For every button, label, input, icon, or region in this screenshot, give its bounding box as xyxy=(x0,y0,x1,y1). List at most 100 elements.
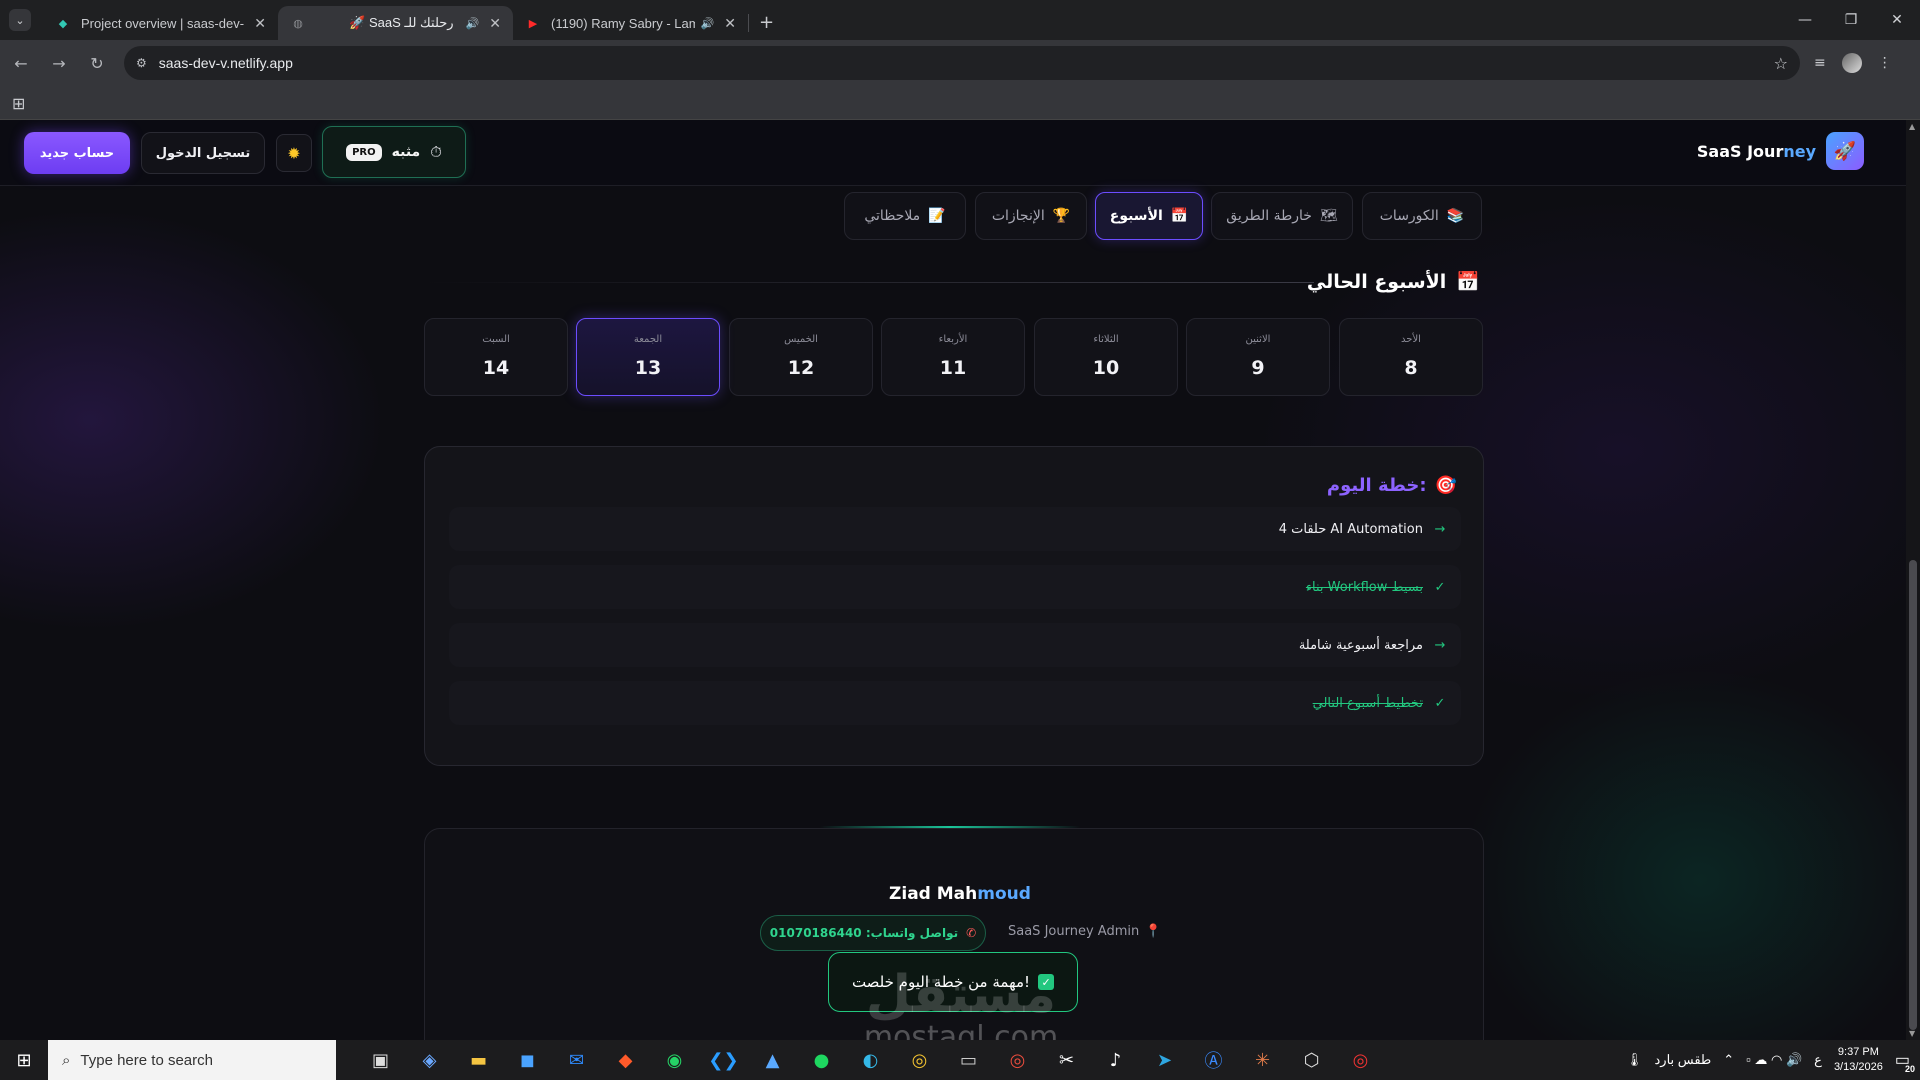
brave-icon[interactable]: ◆ xyxy=(601,1040,650,1080)
day-card-friday[interactable]: الجمعة 13 xyxy=(576,318,720,396)
calendar-icon: 📅 xyxy=(1456,271,1480,293)
speaker-icon[interactable]: 🔊 xyxy=(466,17,480,30)
target-icon: 🎯 xyxy=(1434,475,1457,496)
outlook-icon[interactable]: ✉ xyxy=(552,1040,601,1080)
forward-icon[interactable]: → xyxy=(42,46,76,80)
day-number: 8 xyxy=(1404,357,1418,379)
tab-search-icon[interactable]: ⌄ xyxy=(9,9,31,31)
scroll-down-icon[interactable]: ▼ xyxy=(1909,1029,1915,1038)
success-toast: مهمة من خطة اليوم خلصت! ✓ xyxy=(828,952,1078,1012)
bookmark-star-icon[interactable]: ☆ xyxy=(1774,54,1788,73)
plan-task[interactable]: بناء Workflow بسيط ✓ xyxy=(449,565,1461,609)
signup-button[interactable]: حساب جديد xyxy=(24,132,130,174)
copilot-icon[interactable]: ◈ xyxy=(405,1040,454,1080)
day-name: الجمعة xyxy=(633,334,663,345)
edge-icon[interactable]: ◐ xyxy=(846,1040,895,1080)
capcut-icon[interactable]: ✂ xyxy=(1042,1040,1091,1080)
site-info-icon[interactable]: ⚙ xyxy=(136,56,147,70)
file-explorer-icon[interactable]: ▬ xyxy=(454,1040,503,1080)
reload-icon[interactable]: ↻ xyxy=(80,46,114,80)
windows-start-icon[interactable]: ⊞ xyxy=(0,1040,48,1080)
app-a-icon[interactable]: ▲ xyxy=(748,1040,797,1080)
chrome-red-icon[interactable]: ◎ xyxy=(1336,1040,1385,1080)
day-card-wednesday[interactable]: الأربعاء 11 xyxy=(881,318,1025,396)
tab-courses[interactable]: الكورسات 📚 xyxy=(1362,192,1482,240)
menu-icon[interactable]: ⋮ xyxy=(1878,55,1892,71)
scroll-thumb[interactable] xyxy=(1909,560,1917,1030)
claude-icon[interactable]: ✳ xyxy=(1238,1040,1287,1080)
clock-date: 3/13/2026 xyxy=(1833,1061,1883,1073)
tab-week[interactable]: الأسبوع 📅 xyxy=(1095,192,1203,240)
chrome-icon[interactable]: ◎ xyxy=(895,1040,944,1080)
day-card-thursday[interactable]: الخميس 12 xyxy=(729,318,873,396)
browser-tab-netlify[interactable]: ◆ Project overview | saas-dev-v | N ✕ xyxy=(43,6,278,40)
apps-grid-icon[interactable]: ⊞ xyxy=(12,94,25,113)
author-name-part1: Ziad Mah xyxy=(889,884,978,904)
address-bar[interactable]: ⚙ saas-dev-v.netlify.app ☆ xyxy=(124,46,1800,80)
taskbar-clock[interactable]: 9:37 PM 3/13/2026 xyxy=(1834,1045,1883,1075)
plan-task[interactable]: مراجعة أسبوعية شاملة → xyxy=(449,623,1461,667)
tab-label: خارطة الطريق xyxy=(1226,208,1312,224)
theme-toggle-sun-icon[interactable]: ✹ xyxy=(276,134,312,172)
back-icon[interactable]: ← xyxy=(4,46,38,80)
day-number: 10 xyxy=(1092,357,1120,379)
spotify-icon[interactable]: ● xyxy=(797,1040,846,1080)
weather-text[interactable]: طقس بارد xyxy=(1655,1052,1712,1068)
taskbar-search[interactable]: ⌕ Type here to search xyxy=(48,1040,336,1080)
youtube-icon: ▶ xyxy=(528,17,538,30)
pomodoro-timer-button[interactable]: PRO مثبه ⏱ xyxy=(322,126,466,178)
task-text: 4 حلقات AI Automation xyxy=(1278,521,1423,537)
brand-logo[interactable]: SaaS Journey 🚀 xyxy=(1697,132,1864,170)
plan-task[interactable]: 4 حلقات AI Automation → xyxy=(449,507,1461,551)
login-button[interactable]: تسجيل الدخول xyxy=(141,132,265,174)
search-icon: ⌕ xyxy=(62,1051,71,1069)
tab-roadmap[interactable]: خارطة الطريق 🗺 xyxy=(1211,192,1353,240)
close-tab-icon[interactable]: ✕ xyxy=(489,15,501,32)
browser-toolbar: ← → ↻ ⚙ saas-dev-v.netlify.app ☆ ≡ ⋮ xyxy=(0,40,1920,86)
media-control-icon[interactable]: ≡ xyxy=(1814,55,1826,71)
minimize-icon[interactable]: — xyxy=(1782,0,1828,40)
day-card-tuesday[interactable]: الثلاثاء 10 xyxy=(1034,318,1178,396)
url-text[interactable]: saas-dev-v.netlify.app xyxy=(159,55,1774,71)
browser-tab-youtube[interactable]: ▶ (1190) Ramy Sabry - Lama M 🔊 ✕ xyxy=(513,6,748,40)
day-number: 13 xyxy=(634,357,662,379)
profile-avatar[interactable] xyxy=(1841,53,1862,73)
close-tab-icon[interactable]: ✕ xyxy=(724,15,736,32)
tab-notes[interactable]: ملاحظاتي 📝 xyxy=(844,192,966,240)
whatsapp-icon[interactable]: ◉ xyxy=(650,1040,699,1080)
day-card-saturday[interactable]: السبت 14 xyxy=(424,318,568,396)
tab-achievements[interactable]: الإنجازات 🏆 xyxy=(975,192,1087,240)
plan-task[interactable]: تخطيط أسبوع التالي ✓ xyxy=(449,681,1461,725)
notification-icon[interactable]: ▭ 20 xyxy=(1895,1050,1916,1074)
language-indicator[interactable]: ع xyxy=(1814,1052,1822,1068)
store-icon[interactable]: ◼ xyxy=(503,1040,552,1080)
admin-label: SaaS Journey Admin 📍 xyxy=(1008,924,1161,939)
close-window-icon[interactable]: ✕ xyxy=(1874,0,1920,40)
chevron-up-icon[interactable]: ⌃ xyxy=(1723,1052,1734,1068)
page-scrollbar[interactable]: ▲ ▼ xyxy=(1906,120,1920,1040)
new-tab-icon[interactable]: + xyxy=(759,12,774,33)
close-tab-icon[interactable]: ✕ xyxy=(254,15,266,32)
chrome-profile-icon[interactable]: ◎ xyxy=(993,1040,1042,1080)
app-store-icon[interactable]: Ⓐ xyxy=(1189,1040,1238,1080)
footer-author-name: Ziad Mahmoud xyxy=(0,884,1920,904)
app-box-icon[interactable]: ⬡ xyxy=(1287,1040,1336,1080)
speaker-icon[interactable]: 🔊 xyxy=(701,17,715,30)
scroll-up-icon[interactable]: ▲ xyxy=(1909,122,1915,131)
telegram-icon[interactable]: ➤ xyxy=(1140,1040,1189,1080)
netlify-icon: ◆ xyxy=(58,17,68,30)
whatsapp-contact-button[interactable]: تواصل واتساب: 01070186440 ✆ xyxy=(760,915,986,951)
restore-icon[interactable]: ❐ xyxy=(1828,0,1874,40)
tiktok-icon[interactable]: ♪ xyxy=(1091,1040,1140,1080)
week-section-title: الأسبوع الحالي 📅 xyxy=(1307,270,1480,294)
windows-taskbar: ⊞ ⌕ Type here to search ▣ ◈ ▬ ◼ ✉ ◆ ◉ ❮❯… xyxy=(0,1040,1920,1080)
task-view-icon[interactable]: ▣ xyxy=(356,1040,405,1080)
day-card-monday[interactable]: الاثنين 9 xyxy=(1186,318,1330,396)
tray-icons[interactable]: ▫ ☁ ◠ 🔊 xyxy=(1746,1052,1802,1068)
bookmarks-bar: ⊞ xyxy=(0,86,1920,120)
browser-tab-saas[interactable]: ◍ 🚀 SaaS رحلتك للـ 🔊 ✕ xyxy=(278,6,513,40)
vscode-icon[interactable]: ❮❯ xyxy=(699,1040,748,1080)
terminal-icon[interactable]: ▭ xyxy=(944,1040,993,1080)
day-card-sunday[interactable]: الأحد 8 xyxy=(1339,318,1483,396)
thermometer-icon: 🌡 xyxy=(1626,1052,1643,1067)
